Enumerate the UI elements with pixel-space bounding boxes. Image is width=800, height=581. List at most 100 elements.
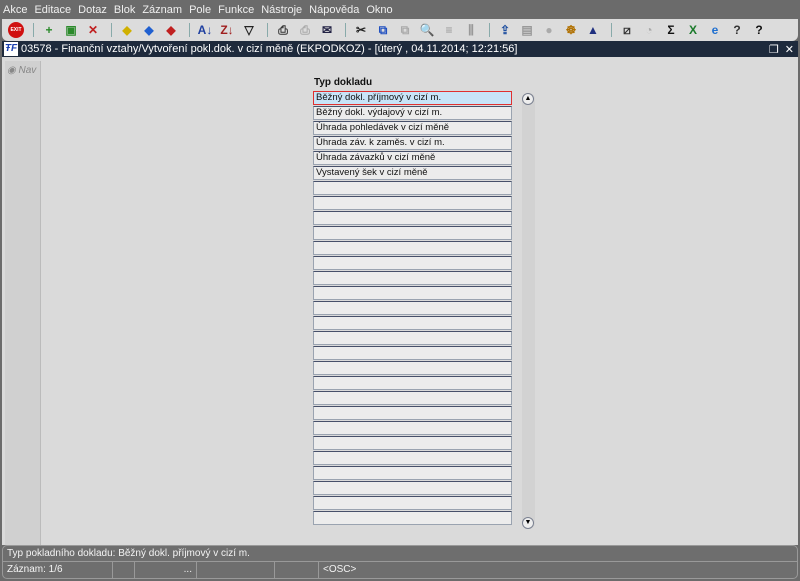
triangle-icon[interactable]: ▲ (584, 22, 602, 38)
menu-bar: Akce Editace Dotaz Blok Záznam Pole Funkce Nást… (0, 0, 800, 19)
window-titlebar: ŦF 03578 - Finanční vztahy/Vytvoření pok… (2, 41, 798, 57)
list-row[interactable]: Úhrada pohledávek v cizí měně (313, 121, 512, 135)
status-cell (275, 562, 319, 578)
save-record-icon[interactable]: ▣ (62, 22, 80, 38)
status-hint: Typ pokladního dokladu: Běžný dokl. příj… (3, 546, 797, 562)
list-row[interactable] (313, 421, 512, 435)
menu-8[interactable]: Nápověda (309, 4, 359, 16)
sort-desc-icon[interactable]: Z↓ (218, 22, 236, 38)
list-row[interactable] (313, 211, 512, 225)
cut-icon[interactable]: ✂ (352, 22, 370, 38)
document-type-list: Běžný dokl. příjmový v cizí m. Běžný dokl… (313, 91, 512, 526)
menu-2[interactable]: Dotaz (78, 4, 107, 16)
list-row[interactable]: Běžný dokl. výdajový v cizí m. (313, 106, 512, 120)
sum-icon[interactable]: Σ (662, 22, 680, 38)
paste-icon[interactable]: ⧉ (396, 22, 414, 38)
menu-1[interactable]: Editace (34, 4, 71, 16)
toolbar-separator (267, 23, 269, 37)
list-row[interactable] (313, 436, 512, 450)
query-run-icon[interactable]: ◆ (140, 22, 158, 38)
chart-icon[interactable]: ⧄ (618, 22, 636, 38)
export-icon[interactable]: ⇪ (496, 22, 514, 38)
status-cell (113, 562, 135, 578)
list-row[interactable] (313, 451, 512, 465)
list-row[interactable] (313, 331, 512, 345)
clock-icon[interactable]: ◔ (640, 22, 658, 38)
menu-3[interactable]: Blok (114, 4, 135, 16)
field-label: Typ dokladu (314, 77, 373, 88)
list-row[interactable] (313, 391, 512, 405)
list-row[interactable] (313, 226, 512, 240)
list-row[interactable] (313, 241, 512, 255)
print-disabled-icon[interactable]: ⎙ (296, 22, 314, 38)
list-row[interactable] (313, 481, 512, 495)
print-icon[interactable]: ⎙ (274, 22, 292, 38)
list-row[interactable] (313, 181, 512, 195)
menu-4[interactable]: Záznam (142, 4, 182, 16)
list-row[interactable]: Úhrada závazků v cizí měně (313, 151, 512, 165)
list-row[interactable]: Vystavený šek v cizí měně (313, 166, 512, 180)
menu-0[interactable]: Akce (3, 4, 27, 16)
exit-icon[interactable]: EXIT (8, 22, 24, 38)
scroll-up-icon[interactable]: ▲ (522, 93, 534, 105)
list-row[interactable] (313, 196, 512, 210)
toolbar-separator (345, 23, 347, 37)
list-row[interactable] (313, 361, 512, 375)
list-row[interactable] (313, 376, 512, 390)
excel-icon[interactable]: X (684, 22, 702, 38)
list-row[interactable] (313, 316, 512, 330)
nav-panel[interactable]: ◉ Nav (5, 61, 41, 545)
status-cell (197, 562, 275, 578)
help-icon[interactable]: ? (750, 22, 768, 38)
toolbar-separator (189, 23, 191, 37)
toolbar: EXIT + ▣ ✕ ◆ ◆ ◆ A↓ Z↓ ▽ ⎙ ⎙ ✉ ✂ ⧉ ⧉ 🔍 ≡ ⫼ ⇪ ▤ ● ☸ ▲ ⧄ ◔ Σ Xe?? (2, 19, 798, 41)
ie-icon[interactable]: e (706, 22, 724, 38)
query-cancel-icon[interactable]: ◆ (162, 22, 180, 38)
menu-9[interactable]: Okno (366, 4, 392, 16)
form-window: ŦF 03578 - Finanční vztahy/Vytvoření pok… (2, 41, 798, 545)
toolbar-separator (489, 23, 491, 37)
scrollbar[interactable]: ▲ ▼ (522, 93, 535, 529)
record-counter: Záznam: 1/6 (3, 562, 113, 578)
list-row[interactable]: Úhrada záv. k zaměs. v cizí m. (313, 136, 512, 150)
filter-icon[interactable]: ▽ (240, 22, 258, 38)
list-row[interactable] (313, 271, 512, 285)
scroll-down-icon[interactable]: ▼ (522, 517, 534, 529)
insert-record-icon[interactable]: + (40, 22, 58, 38)
toolbar-separator (33, 23, 35, 37)
indent-icon[interactable]: ≡ (440, 22, 458, 38)
list-row[interactable] (313, 496, 512, 510)
globe-icon[interactable]: ● (540, 22, 558, 38)
list-row[interactable] (313, 286, 512, 300)
list-row[interactable] (313, 256, 512, 270)
list-row[interactable]: Běžný dokl. příjmový v cizí m. (313, 91, 512, 105)
delete-record-icon[interactable]: ✕ (84, 22, 102, 38)
list-row[interactable] (313, 406, 512, 420)
menu-6[interactable]: Funkce (218, 4, 254, 16)
status-mode: <OSC> (323, 564, 357, 575)
document-icon[interactable]: ▤ (518, 22, 536, 38)
restore-icon[interactable]: ❐ (769, 43, 779, 56)
list-row[interactable] (313, 511, 512, 525)
find-icon[interactable]: 🔍 (418, 22, 436, 38)
wheel-icon[interactable]: ☸ (562, 22, 580, 38)
help-lock-icon[interactable]: ? (728, 22, 746, 38)
list-row[interactable] (313, 466, 512, 480)
copy-icon[interactable]: ⧉ (374, 22, 392, 38)
query-yellow-icon[interactable]: ◆ (118, 22, 136, 38)
toolbar-separator (611, 23, 613, 37)
menu-5[interactable]: Pole (189, 4, 211, 16)
app-logo-icon: ŦF (4, 42, 18, 56)
nav-label: Nav (18, 65, 37, 76)
status-bar: Typ pokladního dokladu: Běžný dokl. příj… (2, 545, 798, 579)
window-title: 03578 - Finanční vztahy/Vytvoření pokl.d… (21, 43, 518, 55)
mail-icon[interactable]: ✉ (318, 22, 336, 38)
close-icon[interactable]: ✕ (785, 43, 794, 56)
toolbar-separator (111, 23, 113, 37)
status-ellipsis: ... (135, 562, 197, 578)
list-row[interactable] (313, 346, 512, 360)
menu-7[interactable]: Nástroje (261, 4, 302, 16)
columns-icon[interactable]: ⫼ (462, 22, 480, 38)
list-row[interactable] (313, 301, 512, 315)
sort-asc-icon[interactable]: A↓ (196, 22, 214, 38)
